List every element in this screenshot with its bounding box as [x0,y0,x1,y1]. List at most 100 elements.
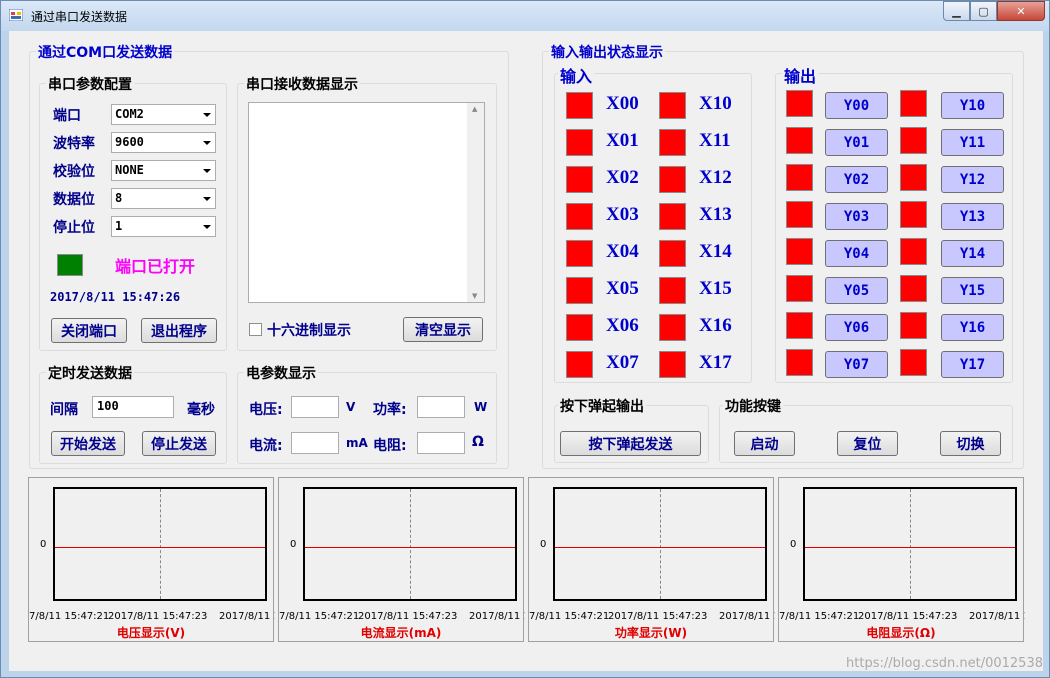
chart-2: 0 7/8/11 15:47:21 2017/8/11 15:47:23 201… [528,477,775,642]
output-button[interactable]: Y11 [941,129,1004,156]
scroll-down-icon[interactable]: ▼ [472,292,477,300]
parity-value: NONE [115,163,144,177]
gridline-vertical [160,489,161,599]
resistance-unit: Ω [472,434,484,450]
output-led-2 [786,164,813,191]
output-button[interactable]: Y14 [941,240,1004,267]
title-bar[interactable]: 通过串口发送数据 ▁ ▢ ✕ [1,1,1049,31]
output-button[interactable]: Y04 [825,240,888,267]
stopbits-label: 停止位 [53,220,95,236]
receive-scrollbar[interactable]: ▲ ▼ [467,103,484,302]
plot-area [553,487,767,601]
minimize-button[interactable]: ▁ [943,1,970,21]
input-led-7 [566,351,593,378]
send-group-title: 通过COM口发送数据 [36,42,175,62]
input-led-12 [659,240,686,267]
stopbits-value: 1 [115,219,123,233]
output-button[interactable]: Y10 [941,92,1004,119]
receive-textarea[interactable]: ▲ ▼ [248,102,485,303]
output-led-10 [900,164,927,191]
window-title: 通过串口发送数据 [31,10,128,24]
input-label: X02 [606,167,639,188]
chevron-down-icon [203,225,211,229]
interval-input[interactable]: 100 [92,396,174,418]
voltage-unit: V [346,400,356,414]
input-led-14 [659,314,686,341]
series-line [555,547,765,548]
chevron-down-icon [203,113,211,117]
plot-area [303,487,517,601]
momentary-send-button[interactable]: 按下弹起发送 [560,431,701,456]
output-button[interactable]: Y17 [941,351,1004,378]
receive-title: 串口接收数据显示 [244,74,360,94]
plot-area [53,487,267,601]
output-button[interactable]: Y05 [825,277,888,304]
x-tick-label: 2017/8/11 15:47:23 [608,611,708,622]
close-button[interactable]: ✕ [997,1,1045,21]
stop-send-button[interactable]: 停止发送 [142,431,216,456]
output-button[interactable]: Y00 [825,92,888,119]
y-tick-label: 0 [540,539,547,550]
chevron-down-icon [203,141,211,145]
output-button[interactable]: Y12 [941,166,1004,193]
port-status-text: 端口已打开 [115,257,196,276]
baud-select[interactable]: 9600 [111,132,216,153]
input-led-4 [566,240,593,267]
resistance-input[interactable] [417,432,465,454]
output-button[interactable]: Y06 [825,314,888,341]
momentary-title: 按下弹起输出 [558,396,646,416]
output-button[interactable]: Y07 [825,351,888,378]
output-button[interactable]: Y03 [825,203,888,230]
current-input[interactable] [291,432,339,454]
functions-title: 功能按键 [723,396,783,416]
x-tick-label: 2017/8/11 1 [969,611,1025,622]
output-button[interactable]: Y13 [941,203,1004,230]
close-port-button[interactable]: 关闭端口 [51,318,127,343]
databits-label: 数据位 [53,192,95,208]
x-tick-label: 7/8/11 15:47:21 [29,611,110,622]
start-send-button[interactable]: 开始发送 [51,431,125,456]
databits-select[interactable]: 8 [111,188,216,209]
input-label: X10 [699,93,732,114]
power-input[interactable] [417,396,465,418]
interval-label: 间隔 [50,402,78,418]
baud-label: 波特率 [53,136,95,152]
reset-button[interactable]: 复位 [837,431,898,456]
app-window: 通过串口发送数据 ▁ ▢ ✕ 通过COM口发送数据 串口参数配置 端口 COM2… [0,0,1050,678]
output-led-13 [900,275,927,302]
output-button[interactable]: Y02 [825,166,888,193]
series-line [305,547,515,548]
timer-send-title: 定时发送数据 [46,363,134,383]
port-select[interactable]: COM2 [111,104,216,125]
exit-program-button[interactable]: 退出程序 [141,318,217,343]
x-tick-label: 2017/8/11 15:47:23 [108,611,208,622]
output-led-5 [786,275,813,302]
maximize-icon: ▢ [978,4,989,18]
electric-title: 电参数显示 [244,363,318,383]
start-button[interactable]: 启动 [734,431,795,456]
maximize-button[interactable]: ▢ [970,1,997,21]
clear-display-button[interactable]: 清空显示 [403,317,483,342]
hex-display-checkbox[interactable] [249,323,262,336]
voltage-input[interactable] [291,396,339,418]
output-button[interactable]: Y15 [941,277,1004,304]
input-led-10 [659,166,686,193]
chart-title: 电压显示(V) [116,626,186,640]
x-tick-label: 7/8/11 15:47:21 [279,611,360,622]
input-led-9 [659,129,686,156]
power-label: 功率: [373,402,407,418]
output-button[interactable]: Y01 [825,129,888,156]
scroll-up-icon[interactable]: ▲ [472,105,477,113]
port-status-indicator [57,254,83,276]
output-led-14 [900,312,927,339]
chart-1: 0 7/8/11 15:47:21 2017/8/11 15:47:23 201… [278,477,525,642]
stopbits-select[interactable]: 1 [111,216,216,237]
input-led-11 [659,203,686,230]
switch-button[interactable]: 切换 [940,431,1001,456]
output-button[interactable]: Y16 [941,314,1004,341]
x-tick-label: 2017/8/11 15:47:23 [858,611,958,622]
chart-title: 电流显示(mA) [360,626,442,640]
chart-3: 0 7/8/11 15:47:21 2017/8/11 15:47:23 201… [778,477,1025,642]
input-label: X11 [699,130,731,151]
parity-select[interactable]: NONE [111,160,216,181]
